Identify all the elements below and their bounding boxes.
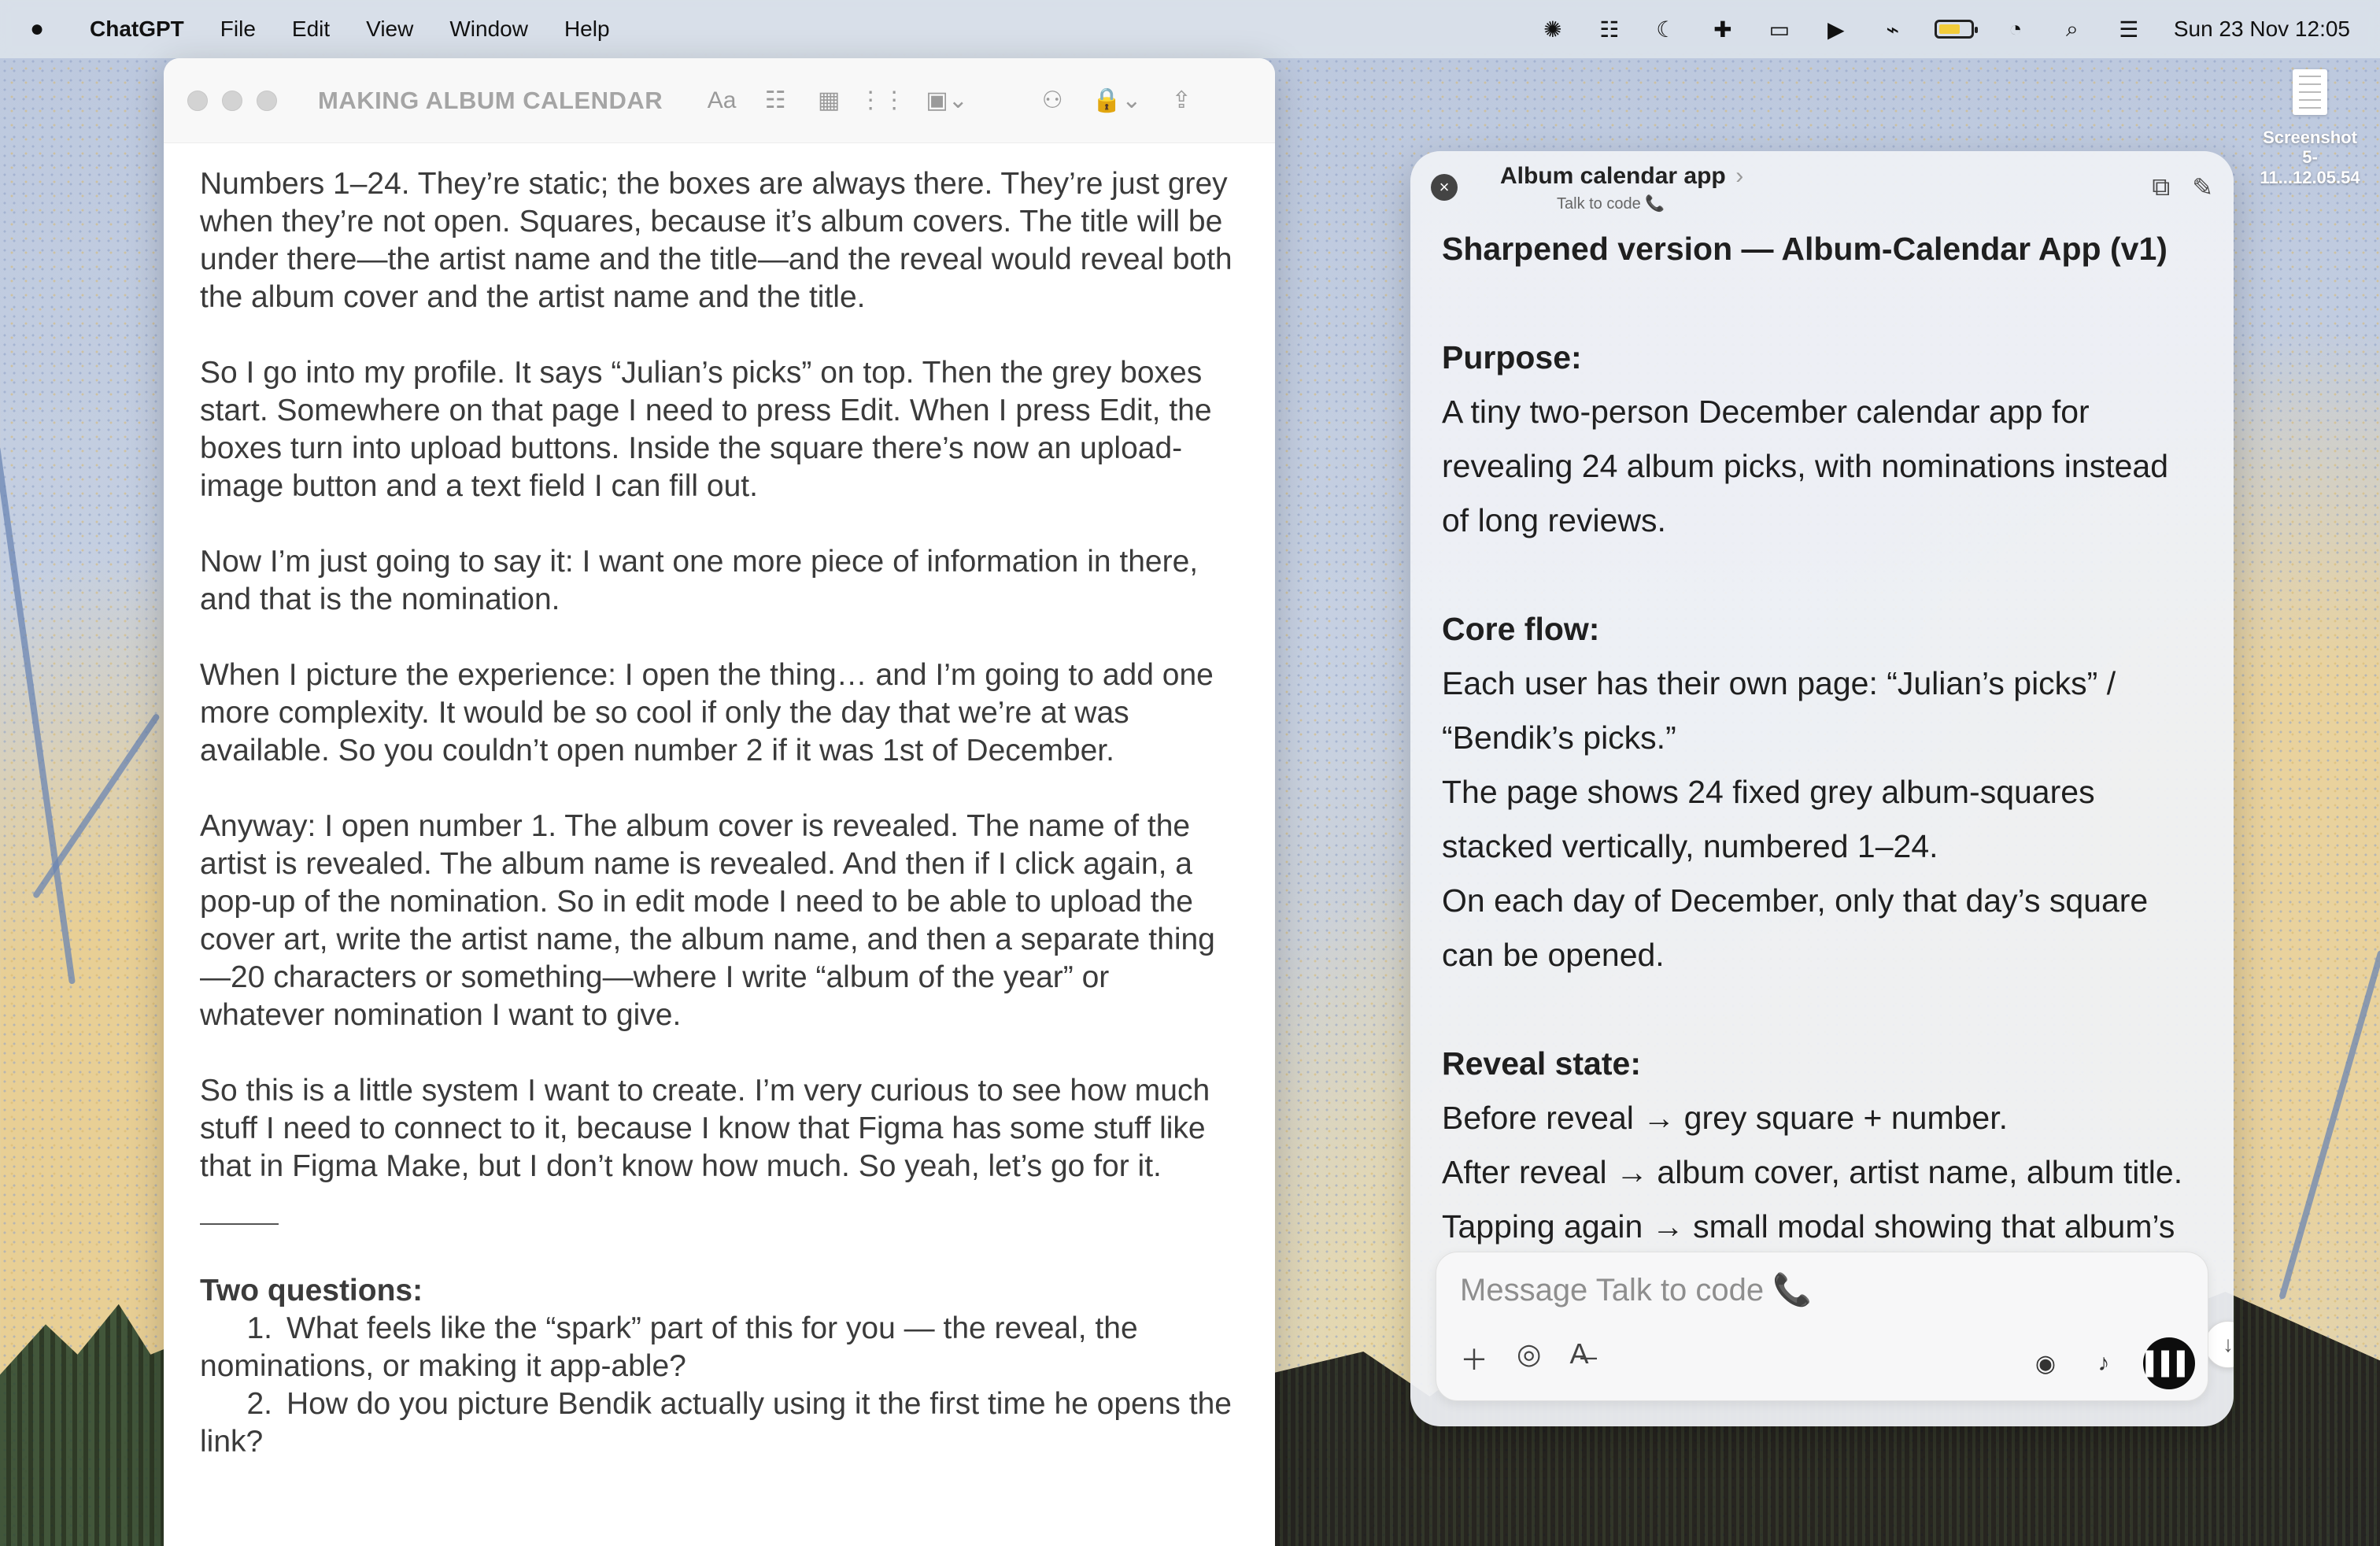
message-input[interactable]: Message Talk to code 📞 [1460,1271,1812,1308]
core-flow-heading: Core flow: [1442,611,1600,647]
chat-header-actions: ⧉ ✎ [2152,172,2213,202]
play-icon[interactable]: ▶ [1821,14,1851,44]
chat-title: Album calendar app [1500,162,1726,189]
chevron-right-icon: › [1735,162,1744,189]
app-menu-chatgpt[interactable]: ChatGPT [90,17,184,42]
chat-header: × Album calendar app › Talk to code 📞 ⧉ … [1410,151,2234,224]
note-paragraph: So this is a little system I want to cre… [200,1074,1210,1183]
format-icon[interactable]: Aa [705,84,738,117]
macos-menu-bar: ● ChatGPT File Edit View Window Help ✺ ☷… [0,0,2380,58]
reveal-state-item: After reveal → album cover, artist name,… [1442,1154,2183,1190]
message-heading: Sharpened version — Album-Calendar App (… [1442,231,2168,267]
reveal-state-item: Before reveal → grey square + number. [1442,1100,2009,1136]
menu-help[interactable]: Help [564,17,610,42]
note-paragraph: So I go into my profile. It says “Julian… [200,356,1212,503]
voice-mode-icon[interactable]: ▌▌▌ [2143,1337,2195,1389]
share-icon[interactable]: ⇪ [1165,84,1198,117]
composer-right-tools: ◉ ♪ ▌▌▌ [2027,1337,2195,1389]
collaborate-icon[interactable]: ⚇ [1036,84,1069,117]
plus-icon[interactable]: ＋ [1460,1337,1488,1378]
extension-icon[interactable]: ✚ [1708,14,1738,44]
microphone-icon[interactable]: ♪ [2085,1344,2123,1382]
question-number: 1. [246,1311,272,1345]
wifi-icon[interactable]: ◔ [2001,14,2031,44]
chat-message-content[interactable]: Sharpened version — Album-Calendar App (… [1442,222,2197,1379]
window-controls [187,90,277,111]
reveal-state-heading: Reveal state: [1442,1045,1641,1082]
notes-toolbar: MAKING ALBUM CALENDAR Aa ☷ ▦ ⋮⋮ ▣⌄ ⚇ 🔒⌄ … [164,58,1275,143]
note-paragraph: Numbers 1–24. They’re static; the boxes … [200,167,1232,314]
purpose-heading: Purpose: [1442,339,1582,375]
menu-window[interactable]: Window [449,17,528,42]
search-icon[interactable]: ⌕ [2057,14,2087,44]
lock-icon[interactable]: 🔒⌄ [1089,84,1144,117]
menu-edit[interactable]: Edit [292,17,330,42]
zoom-window-button[interactable] [257,90,277,111]
chat-title-area[interactable]: Album calendar app › Talk to code 📞 [1500,163,1743,213]
media-icon[interactable]: ▣⌄ [919,84,974,117]
composer-tools: ＋ ◎ A̶ [1460,1337,1588,1378]
text-format-icon[interactable]: A̶ [1569,1337,1588,1378]
bluetooth-icon[interactable]: ⌁ [1878,14,1908,44]
chat-subtitle: Talk to code 📞 [1557,194,1665,213]
question-text: What feels like the “spark” part of this… [200,1311,1138,1383]
question-item: 1. What feels like the “spark” part of th… [200,1310,1239,1385]
record-icon[interactable]: ◉ [2027,1344,2064,1382]
note-title: MAKING ALBUM CALENDAR [318,86,663,114]
table-icon[interactable]: ▦ [812,84,845,117]
note-divider [200,1223,279,1225]
note-paragraph: Now I’m just going to say it: I want one… [200,545,1199,616]
core-flow-item: Each user has their own page: “Julian’s … [1442,665,2116,756]
copy-chat-icon[interactable]: ⧉ [2152,172,2170,202]
close-chat-button[interactable]: × [1431,174,1458,201]
desktop-screenshot-file[interactable]: Screenshot 5-11...12.05.54 [2259,69,2361,187]
audio-icon[interactable]: ⋮⋮ [859,84,906,117]
document-icon [2293,69,2327,115]
scroll-to-bottom-button[interactable]: ↓ [2204,1321,2234,1368]
close-window-button[interactable] [187,90,208,111]
menu-file[interactable]: File [220,17,256,42]
openai-status-icon[interactable]: ✺ [1538,14,1568,44]
moon-icon[interactable]: ☾ [1651,14,1681,44]
purpose-text: A tiny two-person December calendar app … [1442,394,2169,538]
minimize-window-button[interactable] [222,90,242,111]
message-composer: Message Talk to code 📞 ＋ ◎ A̶ ◉ ♪ ▌▌▌ [1436,1252,2208,1401]
question-item: 2. How do you picture Bendik actually usi… [200,1385,1239,1461]
note-body[interactable]: Numbers 1–24. They’re static; the boxes … [164,143,1275,1461]
globe-icon[interactable]: ◎ [1517,1337,1541,1378]
menu-view[interactable]: View [366,17,413,42]
notes-window: MAKING ALBUM CALENDAR Aa ☷ ▦ ⋮⋮ ▣⌄ ⚇ 🔒⌄ … [164,58,1275,1546]
chatgpt-popup-window: × Album calendar app › Talk to code 📞 ⧉ … [1410,151,2234,1426]
core-flow-item: The page shows 24 fixed grey album-squar… [1442,774,2095,864]
stacked-icon[interactable]: ☷ [1595,14,1624,44]
desktop-file-label: Screenshot 5-11...12.05.54 [2260,128,2360,187]
control-center-icon[interactable]: ☰ [2114,14,2144,44]
core-flow-item: On each day of December, only that day’s… [1442,882,2149,973]
note-paragraph: When I picture the experience: I open th… [200,658,1214,767]
note-paragraph: Anyway: I open number 1. The album cover… [200,809,1215,1032]
menu-bar-status-icons: ✺ ☷ ☾ ✚ ▭ ▶ ⌁ ◔ ⌕ ☰ Sun 23 Nov 12:05 [1538,14,2350,44]
new-chat-icon[interactable]: ✎ [2192,172,2213,202]
question-text: How do you picture Bendik actually using… [200,1387,1232,1459]
battery-icon[interactable] [1934,20,1978,39]
checklist-icon[interactable]: ☷ [759,84,792,117]
sidebar-icon[interactable]: ▭ [1765,14,1794,44]
apple-logo-icon[interactable]: ● [30,16,57,43]
menu-bar-clock[interactable]: Sun 23 Nov 12:05 [2174,17,2350,42]
question-number: 2. [246,1387,272,1421]
reveal-state-item: Tapping again → small modal showing that… [1442,1208,2175,1245]
questions-heading: Two questions: [200,1274,423,1307]
